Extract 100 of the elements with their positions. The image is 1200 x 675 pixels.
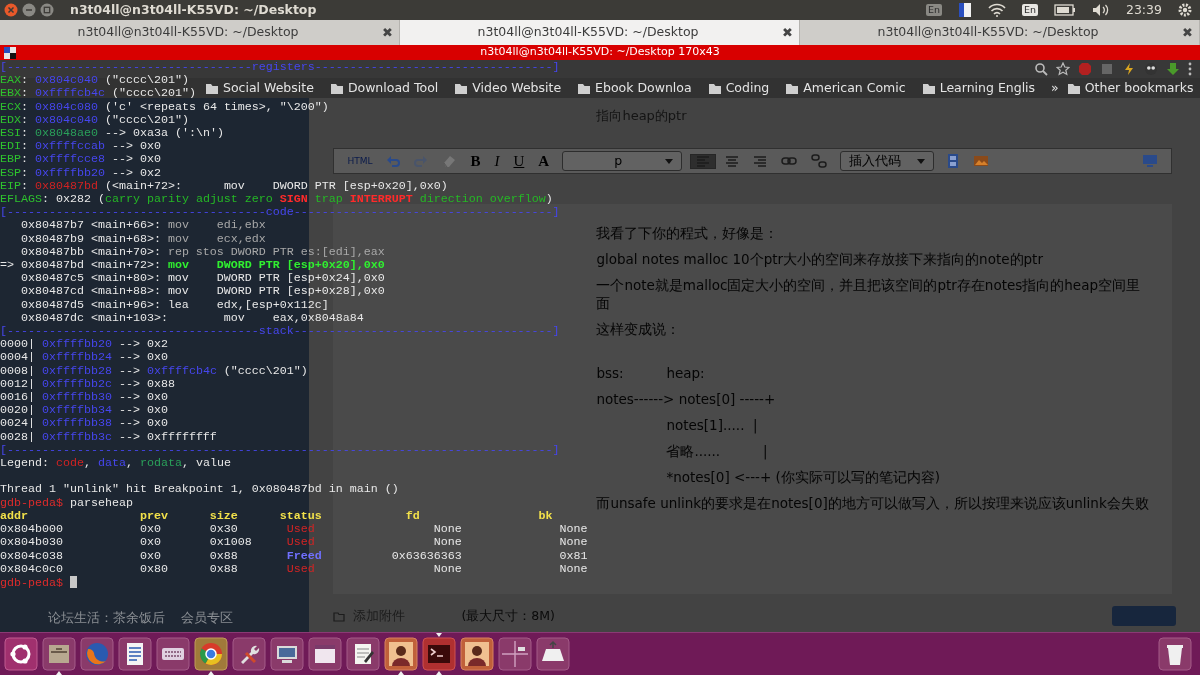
- paragraph: 而unsafe unlink的要求是在notes[0]的地方可以做写入，所以按理来说应该unlink会失败: [596, 494, 1150, 512]
- tab-title: n3t04ll@n3t04ll-K55VD: ~/Desktop: [76, 23, 300, 42]
- paragraph: 省略...... |: [666, 442, 768, 460]
- bookmark-link[interactable]: Ebook Downloa: [595, 78, 692, 98]
- flag-icon[interactable]: [957, 2, 972, 18]
- terminal-line: EAX: 0x804c040 ("cccc\201"): [0, 74, 189, 88]
- bookmark-link[interactable]: Coding: [725, 78, 770, 98]
- folder-icon: [707, 81, 722, 95]
- terminal-line: ECX: 0x804c080 ('c' <repeats 64 times>, "\200"): [0, 100, 329, 114]
- paragraph: heap:: [666, 364, 705, 382]
- terminal-line: 0x80487d5 <main+96>: lea edx,[esp+0x112c]: [20, 298, 329, 312]
- terminal-line: EBX: 0xffffcb4c ("cccc\201"): [0, 87, 196, 101]
- keyboard-layout-indicator[interactable]: En: [925, 4, 942, 16]
- align-icon: [725, 154, 740, 168]
- terminal-line: 0016| 0xffffbb30 --> 0x0: [0, 391, 168, 405]
- bookmark-link[interactable]: Download Tool: [347, 78, 439, 98]
- maximize-icon[interactable]: [40, 3, 54, 17]
- terminal-line: 0x80487b9 <main+68>: mov ecx,edx: [20, 232, 266, 246]
- terminal-line: 0x804b000 0x0 0x30 Used None None: [0, 523, 588, 537]
- folder-icon: [785, 81, 800, 95]
- settings-icon[interactable]: [1178, 3, 1192, 17]
- section-rule: [-------------------------------------code-------------------------------------]: [0, 206, 560, 220]
- paragraph: global notes malloc 10个ptr大小的空间来存放接下来指向的note的ptr: [596, 250, 1044, 268]
- command-line: gdb-peda$ parseheap: [0, 496, 133, 510]
- monitor-icon: [1142, 154, 1158, 168]
- tab-close-button[interactable]: ✖: [376, 22, 399, 43]
- terminal-line: Legend: code, data, rodata, value: [0, 457, 231, 471]
- undo-icon: [386, 154, 401, 168]
- section-rule: [------------------------------------stack-------------------------------------]: [0, 325, 560, 339]
- terminal-menu-icon[interactable]: [4, 46, 16, 59]
- terminal-tab[interactable]: n3t04ll@n3t04ll-K55VD: ~/Desktop ✖: [400, 20, 800, 45]
- forum-link[interactable]: 论坛生活：茶余饭后: [48, 609, 165, 628]
- caret-icon: [917, 158, 926, 164]
- align-icon: [753, 154, 768, 168]
- link-icon: [781, 156, 798, 166]
- minimize-icon[interactable]: [22, 3, 36, 17]
- tab-close-button[interactable]: ✖: [1176, 22, 1199, 43]
- folder-icon: [577, 81, 592, 95]
- terminal-line: 0x804c038 0x0 0x88 Freed 0x63636363 0x81: [0, 549, 588, 563]
- window-title: n3t04ll@n3t04ll-K55VD: ~/Desktop: [70, 0, 317, 19]
- folder-icon: [329, 81, 344, 95]
- menu-icon[interactable]: [1188, 62, 1192, 76]
- terminal-line: 0x80487b7 <main+66>: mov edi,ebx: [20, 219, 266, 233]
- clock[interactable]: 23:39: [1125, 0, 1162, 20]
- bookmark-link[interactable]: Other bookmarks: [1084, 78, 1194, 98]
- terminal-line: 0x804c0c0 0x80 0x88 Used None None: [0, 562, 588, 576]
- film-icon: [947, 153, 960, 169]
- terminal-line: 0024| 0xffffbb38 --> 0x0: [0, 417, 168, 431]
- bookmark-link[interactable]: Learning Englis: [939, 78, 1036, 98]
- forum-link[interactable]: 会员专区: [181, 609, 233, 628]
- tab-close-button[interactable]: ✖: [776, 22, 799, 43]
- terminal-line: ESP: 0xffffbb20 --> 0x2: [0, 166, 161, 180]
- align-button[interactable]: [690, 153, 717, 169]
- align-icon: [696, 154, 711, 168]
- terminal-icon[interactable]: [422, 633, 456, 675]
- bolt-icon[interactable]: [1122, 62, 1136, 76]
- terminal-line: 0x80487bb <main+70>: rep stos DWORD PTR es:[edi],eax: [20, 245, 385, 260]
- terminal-line: 0012| 0xffffbb2c --> 0x88: [0, 377, 175, 392]
- paragraph: notes[1]..... |: [666, 416, 758, 434]
- paragraph: 我看了下你的程式，好像是：: [596, 224, 780, 242]
- bookmark-link[interactable]: American Comic: [803, 78, 906, 98]
- volume-icon[interactable]: [1091, 3, 1110, 17]
- window-title: n3t04ll@n3t04ll-K55VD: ~/Desktop 170x43: [480, 44, 720, 61]
- folder-icon: [454, 81, 469, 95]
- paragraph: notes------> notes[0] -----+: [596, 390, 777, 408]
- terminal-line: 0000| 0xffffbb20 --> 0x2: [0, 338, 168, 352]
- tab-title: n3t04ll@n3t04ll-K55VD: ~/Desktop: [876, 23, 1100, 42]
- paragraph: 这样变成说：: [596, 320, 682, 338]
- battery-icon[interactable]: [1053, 4, 1076, 16]
- more-bookmarks-button[interactable]: »: [1051, 78, 1059, 98]
- terminal-line: EIP: 0x80487bd (<main+72>: mov DWORD PTR [esp+0x20],0x0): [0, 179, 448, 194]
- close-icon[interactable]: [4, 3, 18, 17]
- star-icon[interactable]: [1056, 62, 1070, 76]
- terminal-line: 0008| 0xffffbb28 --> 0xffffcb4c ("cccc\201"): [0, 364, 308, 378]
- section-rule: [-----------------------------------registers----------------------------------]: [0, 61, 560, 75]
- down-arrow-icon[interactable]: [1166, 62, 1180, 76]
- search-icon[interactable]: [1034, 62, 1048, 76]
- terminal-line: EBP: 0xffffcce8 --> 0x0: [0, 153, 161, 167]
- terminal-line: Thread 1 "unlink" hit Breakpoint 1, 0x080487bd in main (): [0, 483, 399, 497]
- wifi-icon[interactable]: [987, 3, 1006, 17]
- eraser-icon: [442, 154, 457, 168]
- unlink-icon: [811, 154, 828, 168]
- terminal-line: EDI: 0xffffccab --> 0x0: [0, 140, 161, 154]
- terminal-line: 0028| 0xffffbb3c --> 0xffffffff: [0, 430, 217, 444]
- terminal-line: 0x80487c5 <main+80>: mov DWORD PTR [esp+0x24],0x0: [20, 272, 385, 286]
- caret-icon: [665, 158, 674, 164]
- folder-icon: [205, 81, 219, 95]
- bookmark-link[interactable]: Social Website: [223, 78, 314, 98]
- bookmark-link[interactable]: Video Website: [472, 78, 562, 98]
- keyboard-layout-indicator[interactable]: En: [1021, 4, 1038, 16]
- terminal-line: 0020| 0xffffbb34 --> 0x0: [0, 404, 168, 418]
- terminal-line: => 0x80487bd <main+72>: mov DWORD PTR [esp+0x20],0x0: [0, 259, 385, 273]
- terminal-line: EFLAGS: 0x282 (carry parity adjust zero SIGN trap INTERRUPT direction overflow): [0, 193, 553, 207]
- terminal-line: 0x80487cd <main+88>: mov DWORD PTR [esp+0x28],0x0: [20, 285, 385, 299]
- terminal-line: addr prev size status fd bk: [0, 509, 553, 524]
- terminal-line: 0x80487dc <main+103>: mov eax,0x8048a84: [20, 311, 364, 326]
- image-icon: [973, 155, 990, 167]
- section-rule: [------------------------------------------------------------------------------]: [0, 443, 560, 458]
- cursor: [69, 575, 77, 588]
- folder-icon: [921, 81, 936, 95]
